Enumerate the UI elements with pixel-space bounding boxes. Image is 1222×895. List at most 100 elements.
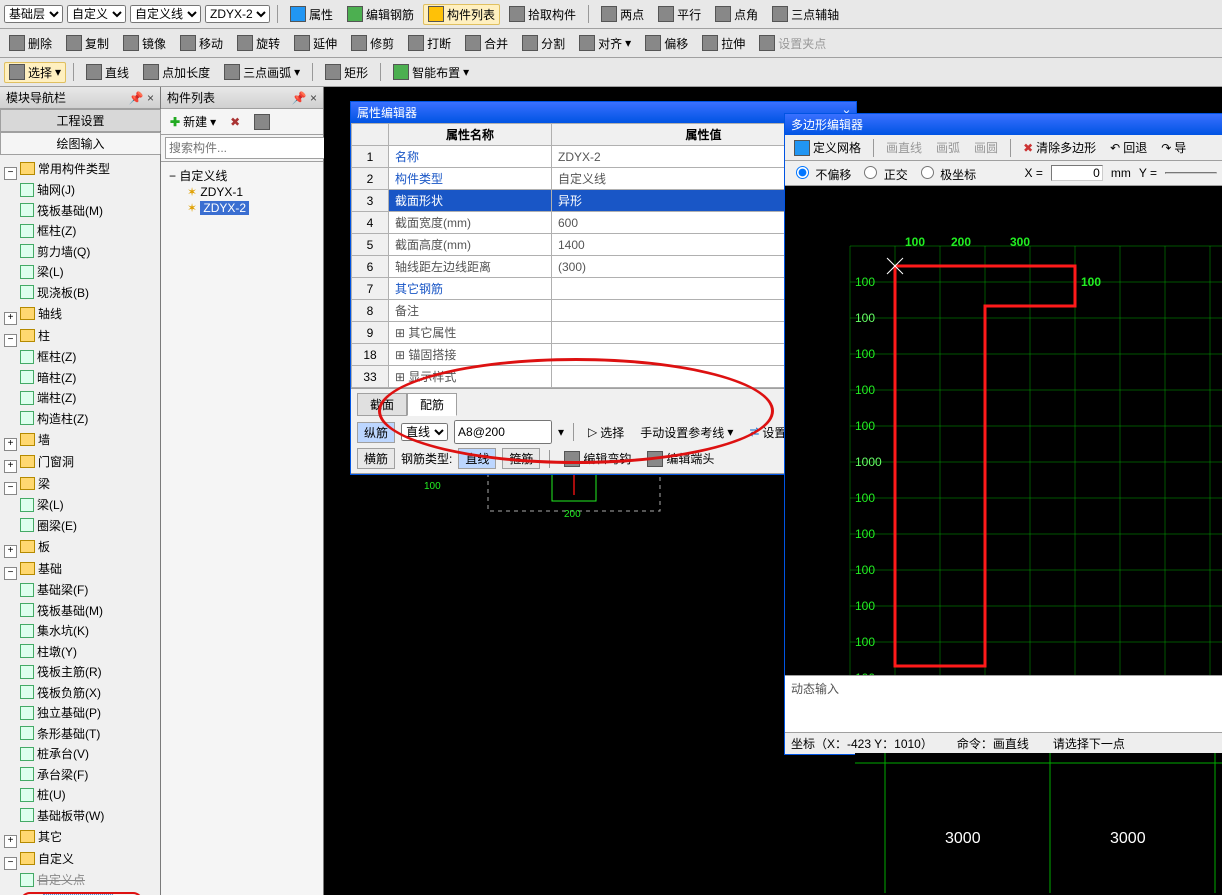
vertical-spec-input[interactable] xyxy=(454,420,552,444)
tab-draw-input[interactable]: 绘图输入 xyxy=(0,132,161,154)
mirror-button[interactable]: 镜像 xyxy=(118,33,171,54)
select-button[interactable]: 选择▾ xyxy=(4,62,66,83)
undo-button[interactable]: ↶ 回退 xyxy=(1105,137,1152,158)
draw-arc-button[interactable]: 画弧 xyxy=(931,137,965,158)
parallel-button[interactable]: 平行 xyxy=(653,4,706,25)
split-button[interactable]: 分割 xyxy=(517,33,570,54)
horizontal-rebar-label[interactable]: 横筋 xyxy=(357,448,395,469)
y-input[interactable] xyxy=(1165,172,1217,174)
layer-combo[interactable]: 基础层 xyxy=(4,5,63,23)
two-point-button[interactable]: 两点 xyxy=(596,4,649,25)
line-button[interactable]: 直线 xyxy=(81,62,134,83)
merge-button[interactable]: 合并 xyxy=(460,33,513,54)
polygon-canvas[interactable]: 100200300 100 10010010010010010001001001… xyxy=(785,186,1222,675)
search-input[interactable] xyxy=(165,137,328,159)
select-ref-button[interactable]: ▷ 选择 xyxy=(583,422,629,443)
expand-icon[interactable]: + xyxy=(4,545,17,558)
component-tree[interactable]: − 自定义线 ✶ ZDYX-1 ✶ ZDYX-2 xyxy=(161,162,323,895)
edit-hook-button[interactable]: 编辑弯钩 xyxy=(559,448,636,469)
delete-icon: ✖ xyxy=(230,115,240,129)
copy-component-button[interactable] xyxy=(249,112,275,132)
pin-icon[interactable]: 📌 × xyxy=(292,91,317,105)
pin-icon[interactable]: 📌 × xyxy=(129,91,154,105)
draw-line-button[interactable]: 画直线 xyxy=(881,137,927,158)
polar-radio[interactable]: 极坐标 xyxy=(916,163,976,183)
pick-component-button[interactable]: 拾取构件 xyxy=(504,4,581,25)
tab-rebar[interactable]: 配筋 xyxy=(407,393,457,416)
polygon-options: 不偏移 正交 极坐标 X =0mm Y = xyxy=(785,161,1222,186)
manual-ref-button[interactable]: 手动设置参考线▾ xyxy=(635,422,738,443)
smart-layout-button[interactable]: 智能布置▾ xyxy=(388,62,474,83)
vertical-rebar-label[interactable]: 纵筋 xyxy=(357,422,395,443)
property-row[interactable]: 3截面形状异形 xyxy=(352,190,856,212)
property-editor-title[interactable]: 属性编辑器× xyxy=(351,102,856,123)
tab-section[interactable]: 截面 xyxy=(357,393,407,416)
offset-button[interactable]: 偏移 xyxy=(640,33,693,54)
tab-project-settings[interactable]: 工程设置 xyxy=(0,109,161,131)
property-row[interactable]: 1名称ZDYX-2 xyxy=(352,146,856,168)
selected-component[interactable]: ZDYX-2 xyxy=(200,201,249,215)
property-row[interactable]: 6轴线距左边线距离(300) xyxy=(352,256,856,278)
delete-button[interactable]: 删除 xyxy=(4,33,57,54)
expand-icon[interactable]: − xyxy=(4,857,17,870)
property-row[interactable]: 7其它钢筋 xyxy=(352,278,856,300)
property-row[interactable]: 2构件类型自定义线 xyxy=(352,168,856,190)
extend-button[interactable]: 延伸 xyxy=(289,33,342,54)
redo-button[interactable]: ↷ 导 xyxy=(1156,137,1191,158)
expand-icon[interactable]: − xyxy=(4,167,17,180)
addlen-button[interactable]: 点加长度 xyxy=(138,62,215,83)
component-list-button[interactable]: 构件列表 xyxy=(423,4,500,25)
three-aux-button[interactable]: 三点辅轴 xyxy=(767,4,844,25)
property-row[interactable]: 18⊞ 锚固搭接 xyxy=(352,344,856,366)
nav-tree[interactable]: −常用构件类型 轴网(J) 筏板基础(M) 框柱(Z) 剪力墙(Q) 梁(L) … xyxy=(0,155,160,895)
stirrup-type[interactable]: 箍筋 xyxy=(502,448,540,469)
attributes-button[interactable]: 属性 xyxy=(285,4,338,25)
custom-combo[interactable]: 自定义 xyxy=(67,5,126,23)
nav-tabs: 工程设置 xyxy=(0,109,160,132)
custom-line-item[interactable]: 自定义线(X)NEW xyxy=(20,892,143,895)
stretch-button[interactable]: 拉伸 xyxy=(697,33,750,54)
property-grid[interactable]: 属性名称属性值 1名称ZDYX-22构件类型自定义线3截面形状异形4截面宽度(m… xyxy=(351,123,856,388)
copy-button[interactable]: 复制 xyxy=(61,33,114,54)
straight-type[interactable]: 直线 xyxy=(458,448,496,469)
property-row[interactable]: 5截面高度(mm)1400 xyxy=(352,234,856,256)
clear-poly-button[interactable]: ✖清除多边形 xyxy=(1018,137,1101,158)
ortho-radio[interactable]: 正交 xyxy=(859,163,907,183)
expand-icon[interactable]: + xyxy=(4,312,17,325)
point-angle-button[interactable]: 点角 xyxy=(710,4,763,25)
delete-component-button[interactable]: ✖ xyxy=(225,113,245,131)
align-button[interactable]: 对齐▾ xyxy=(574,33,636,54)
expand-icon[interactable]: + xyxy=(4,835,17,848)
property-row[interactable]: 8备注 xyxy=(352,300,856,322)
move-button[interactable]: 移动 xyxy=(175,33,228,54)
polygon-editor-title[interactable]: 多边形编辑器 xyxy=(785,114,1222,135)
vertical-type-combo[interactable]: 直线 xyxy=(401,423,448,441)
trim-button[interactable]: 修剪 xyxy=(346,33,399,54)
gear-icon xyxy=(290,6,306,22)
property-row[interactable]: 33⊞ 显示样式 xyxy=(352,366,856,388)
plan-canvas[interactable]: 3000 3000 xyxy=(855,753,1222,893)
elev-icon: ⇄ xyxy=(749,425,759,439)
property-row[interactable]: 9⊞ 其它属性 xyxy=(352,322,856,344)
instance-combo[interactable]: ZDYX-2 xyxy=(205,5,270,23)
draw-circle-button[interactable]: 画圆 xyxy=(969,137,1003,158)
expand-icon[interactable]: − xyxy=(4,482,17,495)
expand-icon[interactable]: − xyxy=(4,567,17,580)
no-offset-radio[interactable]: 不偏移 xyxy=(791,163,851,183)
edit-end-button[interactable]: 编辑端头 xyxy=(642,448,719,469)
define-grid-button[interactable]: 定义网格 xyxy=(789,137,866,158)
customline-combo[interactable]: 自定义线 xyxy=(130,5,201,23)
edit-rebar-button[interactable]: 编辑钢筋 xyxy=(342,4,419,25)
expand-icon[interactable]: − xyxy=(169,169,176,183)
rect-button[interactable]: 矩形 xyxy=(320,62,373,83)
expand-icon[interactable]: + xyxy=(4,460,17,473)
rotate-button[interactable]: 旋转 xyxy=(232,33,285,54)
new-component-button[interactable]: ✚新建▾ xyxy=(165,111,221,132)
expand-icon[interactable]: − xyxy=(4,334,17,347)
expand-icon[interactable]: + xyxy=(4,438,17,451)
break-button[interactable]: 打断 xyxy=(403,33,456,54)
arc3-button[interactable]: 三点画弧▾ xyxy=(219,62,305,83)
folder-icon xyxy=(20,830,35,843)
property-row[interactable]: 4截面宽度(mm)600 xyxy=(352,212,856,234)
x-input[interactable]: 0 xyxy=(1051,165,1103,181)
